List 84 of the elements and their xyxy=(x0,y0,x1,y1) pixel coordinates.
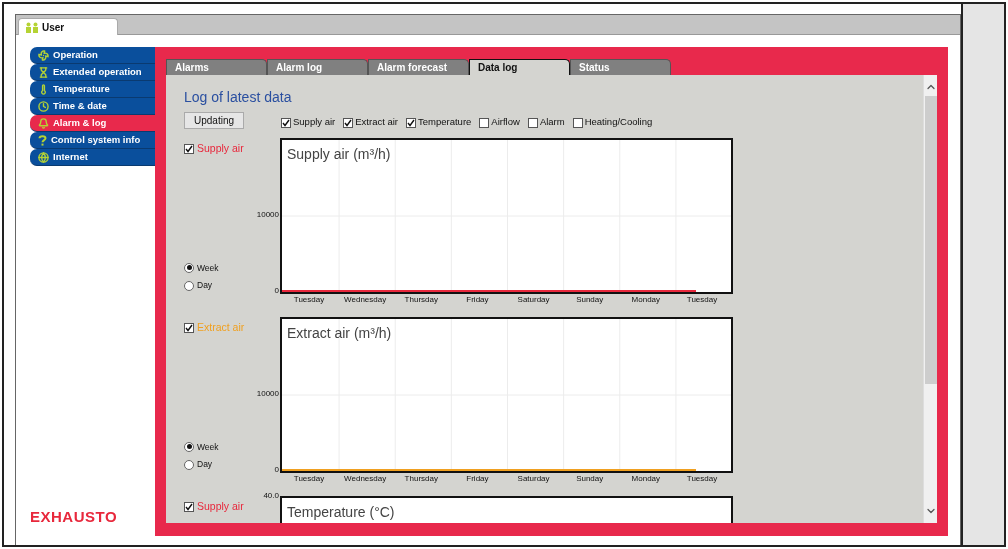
x-axis-label: Friday xyxy=(466,474,489,484)
filter-label: Heating/Cooling xyxy=(584,115,653,130)
checkbox[interactable] xyxy=(184,143,194,154)
nav-label: Temperature xyxy=(53,81,110,96)
x-axis-label: Wednesday xyxy=(344,295,387,305)
nav-label: Extended operation xyxy=(53,64,142,79)
globe-icon xyxy=(38,151,49,163)
x-axis-label: Friday xyxy=(466,295,489,305)
checkbox[interactable] xyxy=(281,117,291,128)
x-axis-label: Saturday xyxy=(517,295,550,305)
y-axis-label: 10000 xyxy=(256,389,279,399)
chart-title: Supply air (m³/h) xyxy=(287,145,391,164)
nav-label: Time & date xyxy=(53,98,107,113)
nav-label: Internet xyxy=(53,149,88,164)
checkbox[interactable] xyxy=(479,117,490,128)
bell-icon xyxy=(38,117,49,129)
nav-item[interactable]: Time & date xyxy=(30,98,155,115)
tab[interactable]: Alarm forecast xyxy=(368,59,469,75)
x-axis-label: Tuesday xyxy=(293,474,325,484)
hourglass-icon xyxy=(38,66,49,78)
chart-title: Extract air (m³/h) xyxy=(287,324,392,343)
tab[interactable]: Alarms xyxy=(166,59,267,75)
thermometer-icon xyxy=(38,83,49,95)
nav-item[interactable]: Temperature xyxy=(30,81,155,98)
x-axis-label: Saturday xyxy=(517,474,550,484)
tab[interactable]: Data log xyxy=(469,59,570,75)
filter-label: Extract air xyxy=(355,115,398,130)
panel-title: Log of latest data xyxy=(184,89,293,106)
nav-label: Operation xyxy=(53,47,98,62)
radio-button[interactable] xyxy=(184,262,194,273)
x-axis-label: Tuesday xyxy=(293,295,325,305)
range-label: Day xyxy=(197,458,213,471)
y-axis-label: 0 xyxy=(274,286,279,296)
x-axis-label: Wednesday xyxy=(344,474,387,484)
range-label: Week xyxy=(197,440,219,454)
x-axis-label: Thursday xyxy=(404,474,438,484)
y-axis-label: 40.0 xyxy=(263,491,279,501)
x-axis-label: Monday xyxy=(631,295,661,305)
scrollbar-thumb[interactable] xyxy=(924,96,937,384)
filter-label: Temperature xyxy=(418,115,472,130)
checkbox[interactable] xyxy=(343,117,354,128)
checkbox[interactable] xyxy=(527,117,538,128)
radio-button[interactable] xyxy=(184,280,194,291)
checkbox[interactable] xyxy=(572,117,583,128)
checkbox[interactable] xyxy=(406,117,416,128)
series-label: Extract air xyxy=(197,320,245,335)
nav-label: Control system info xyxy=(51,132,141,147)
checkbox[interactable] xyxy=(184,501,194,512)
user-tab[interactable]: User xyxy=(18,18,118,35)
filter-label: Supply air xyxy=(293,115,336,130)
tab[interactable]: Alarm log xyxy=(267,59,368,75)
y-axis-label: 0 xyxy=(274,465,279,475)
nav-item[interactable]: Internet xyxy=(30,149,155,166)
series-label: Supply air xyxy=(197,499,244,514)
fan-icon xyxy=(38,49,49,61)
nav-item[interactable]: Control system info xyxy=(30,132,155,149)
radio-button[interactable] xyxy=(184,459,194,470)
filter-label: Airflow xyxy=(491,115,520,130)
x-axis-label: Tuesday xyxy=(686,295,718,305)
help-icon xyxy=(38,134,47,146)
range-label: Day xyxy=(197,279,213,292)
x-axis-label: Monday xyxy=(631,474,661,484)
series-label: Supply air xyxy=(197,141,244,156)
scrollbar[interactable] xyxy=(923,75,937,523)
tab-label: User xyxy=(42,20,65,35)
x-axis-label: Tuesday xyxy=(686,474,718,484)
nav-label: Alarm & log xyxy=(53,115,107,130)
nav-item[interactable]: Alarm & log xyxy=(30,115,155,132)
users-icon xyxy=(25,21,39,33)
filter-label: Alarm xyxy=(539,115,565,130)
nav-item[interactable]: Extended operation xyxy=(30,64,155,81)
tab[interactable]: Status xyxy=(570,59,671,75)
checkbox[interactable] xyxy=(184,322,194,333)
x-axis-label: Sunday xyxy=(576,295,604,305)
x-axis-label: Sunday xyxy=(576,474,604,484)
y-axis-label: 10000 xyxy=(256,210,279,220)
clock-icon xyxy=(38,100,49,112)
updating-button[interactable]: Updating xyxy=(184,112,244,129)
radio-button[interactable] xyxy=(184,441,194,452)
logo: EXHAUSTO xyxy=(30,506,119,527)
range-label: Week xyxy=(197,261,219,275)
nav-item[interactable]: Operation xyxy=(30,47,155,64)
chart-title: Temperature (°C) xyxy=(287,503,395,522)
x-axis-label: Thursday xyxy=(404,295,438,305)
